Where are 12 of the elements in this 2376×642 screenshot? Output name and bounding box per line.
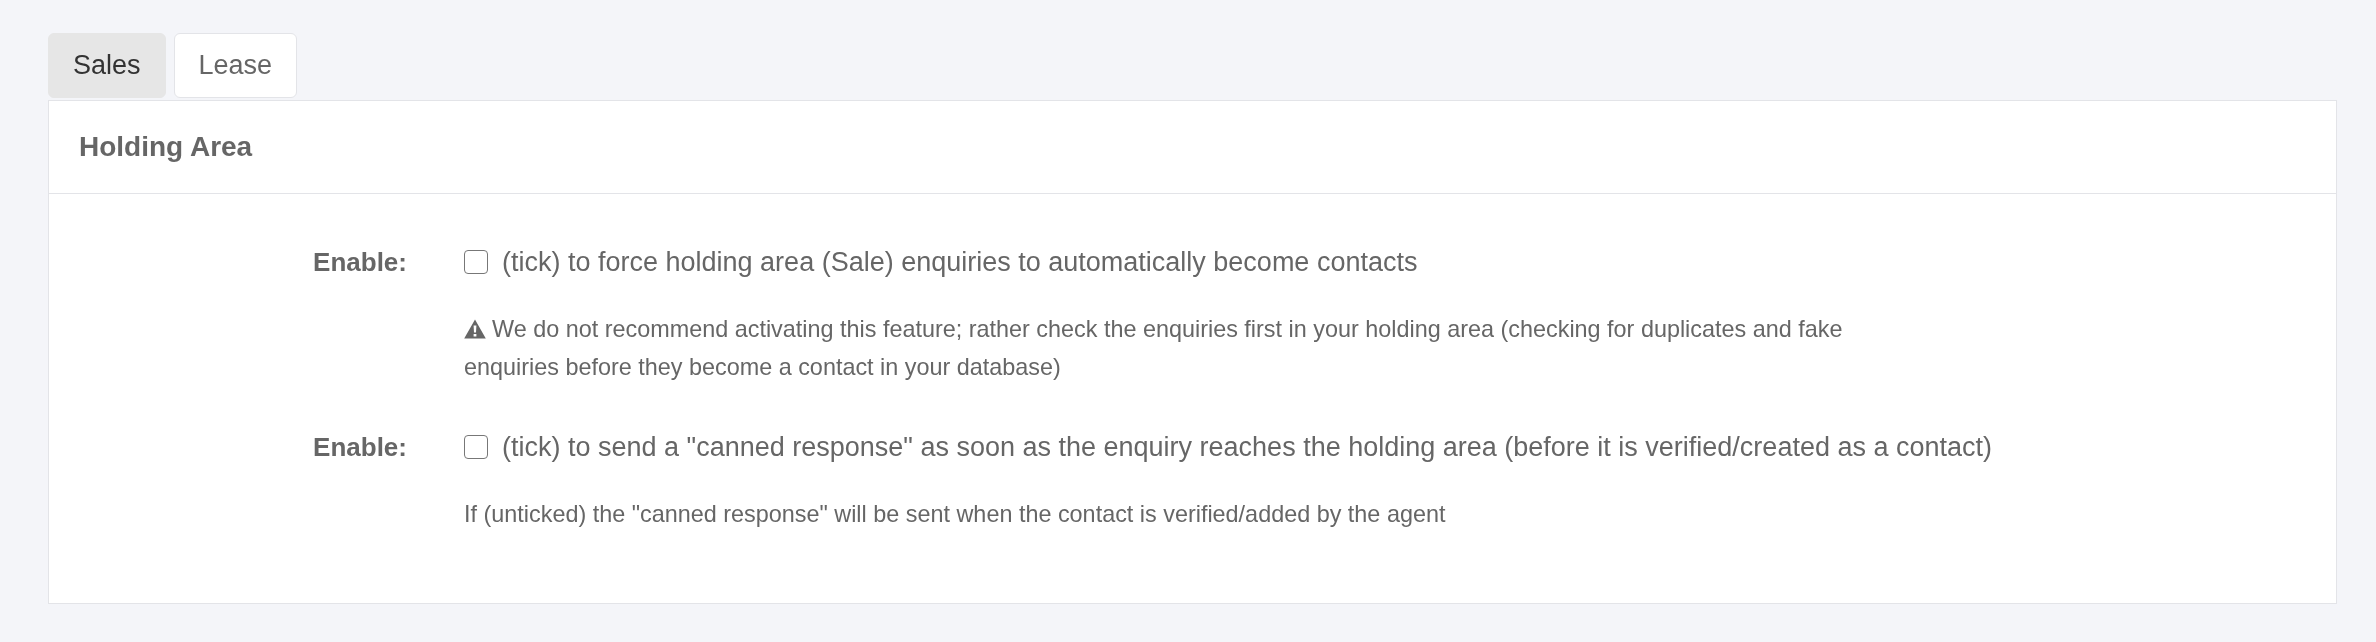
help-note: If (unticked) the "canned response" will be sent when the contact is verified/added by the agent	[464, 500, 1447, 529]
warning-note: We do not recommend activating this feature; rather check the enquiries first in your holding area (checking for duplicates and fake enquiries before they become a contact in your database)	[464, 315, 1844, 382]
checkbox[interactable]	[464, 250, 488, 274]
field-label: Enable:	[312, 431, 407, 464]
checkbox-label: (tick) to send a "canned response" as soon as the enquiry reaches the holding area (before it is verified/created as a contact)	[502, 431, 1992, 464]
field-label: Enable:	[312, 246, 407, 279]
checkbox[interactable]	[464, 435, 488, 459]
tab[interactable]: Lease	[173, 33, 298, 98]
warning-icon	[464, 319, 486, 339]
panel-title: Holding Area	[79, 131, 253, 163]
checkbox-label: (tick) to force holding area (Sale) enquiries to automatically become contacts	[502, 246, 1418, 279]
tab[interactable]: Sales	[48, 33, 166, 98]
